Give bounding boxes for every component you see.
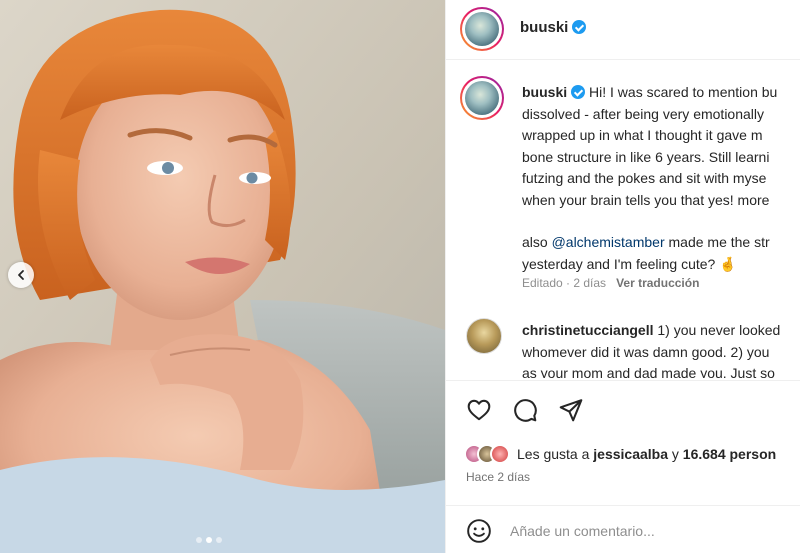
see-translation-link[interactable]: Ver traducción [616,276,699,290]
post-timestamp[interactable]: Hace 2 días [466,470,530,484]
emoji-icon[interactable] [466,518,492,544]
comment-line: whomever did it was damn good. 2) you [522,343,770,360]
carousel-dot [196,537,202,543]
comment-line: 1) you never looked [653,322,781,338]
comment-item: christinetucciangell 1) you never looked… [446,316,800,378]
carousel-prev-button[interactable] [8,262,34,288]
liker-avatar [490,444,510,464]
selfie-image [0,0,445,553]
heart-icon[interactable] [466,397,492,423]
post-side-panel: buuski buuski Hi! I was scared to mentio… [445,0,800,553]
post-header: buuski [446,0,800,60]
likes-text: Les gusta a jessicaalba y 16.684 person [517,446,776,462]
post-photo[interactable] [0,0,445,553]
caption-avatar[interactable] [460,76,504,120]
carousel-dot-active [206,537,212,543]
post-caption: buuski Hi! I was scared to mention bu di… [446,70,800,295]
send-icon[interactable] [558,397,584,423]
carousel-indicator [196,537,222,543]
caption-line: when your brain tells you that yes! more [522,191,770,208]
author-avatar[interactable] [460,7,504,51]
caption-line: bone structure in like 6 years. Still le… [522,148,770,165]
author-username[interactable]: buuski [520,19,587,36]
verified-badge-icon [572,20,587,34]
edited-label: Editado · 2 días [522,276,607,290]
chevron-left-icon [18,270,24,280]
caption-text: buuski Hi! I was scared to mention bu di… [522,82,800,275]
commenter-username[interactable]: christinetucciangell [522,322,653,338]
comment-input[interactable] [510,520,790,542]
caption-line: made me the str [664,234,770,250]
caption-meta: Editado · 2 días Ver traducción [522,276,699,290]
author-username-text: buuski [520,19,569,36]
caption-line: yesterday and I'm feeling cute? 🤞 [522,255,737,272]
caption-line: Hi! I was scared to mention bu [589,84,778,100]
likes-joiner: y [668,446,683,462]
likes-prefix: Les gusta a [517,446,594,462]
caption-line: dissolved - after being very emotionally [522,105,765,122]
caption-mention-link[interactable]: @alchemistamber [552,234,665,250]
comment-line: as your mom and dad made you. Just so [522,365,775,378]
likes-count[interactable]: 16.684 person [683,446,776,462]
post-actions: Les gusta a jessicaalba y 16.684 person … [446,380,800,520]
comment-text: christinetucciangell 1) you never looked… [522,320,800,378]
add-comment-bar [446,505,800,553]
caption-line: wrapped up in what I thought it gave m [522,127,763,143]
likes-summary[interactable]: Les gusta a jessicaalba y 16.684 person [464,444,776,464]
comment-icon[interactable] [512,397,538,423]
commenter-avatar[interactable] [466,318,502,354]
carousel-dot [216,537,222,543]
caption-username[interactable]: buuski [522,84,567,100]
caption-line: futzing and the pokes and sit with myse [522,170,767,186]
verified-badge-icon [571,85,586,99]
post-viewer: buuski buuski Hi! I was scared to mentio… [0,0,800,553]
liker-username[interactable]: jessicaalba [593,446,668,462]
